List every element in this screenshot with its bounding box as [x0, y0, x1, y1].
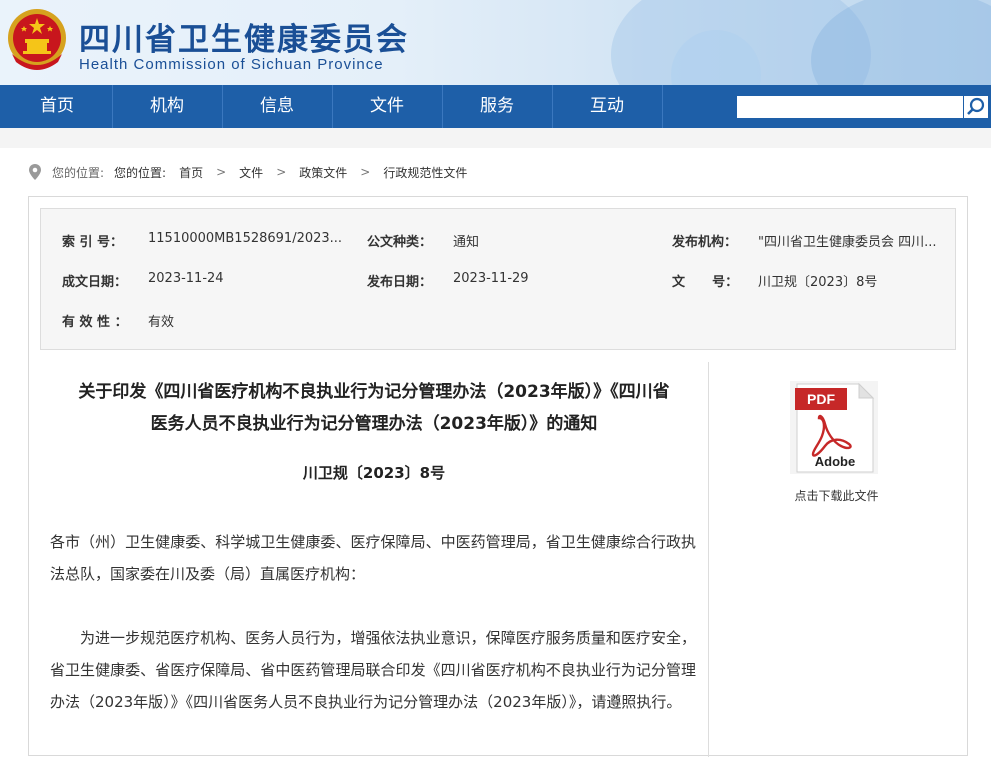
article-doc-number: 川卫规〔2023〕8号 — [302, 464, 446, 482]
location-pin-icon — [29, 164, 41, 180]
published-date-label: 发布日期： — [367, 275, 433, 290]
banner-decoration — [811, 0, 991, 85]
chevron-right-icon: > — [216, 165, 227, 179]
chevron-right-icon: > — [360, 165, 371, 179]
doc-type-label: 公文种类： — [367, 235, 433, 250]
breadcrumb-item-home[interactable]: 首页 — [179, 164, 203, 181]
pdf-label: PDF — [807, 391, 835, 407]
article-content: 关于印发《四川省医疗机构不良执业行为记分管理办法（2023年版）》《四川省 医务… — [40, 362, 709, 757]
meta-row: 成文日期： 2023-11-24 发布日期： 2023-11-29 文 号： 川… — [41, 271, 955, 291]
nav-item-interaction[interactable]: 互动 — [552, 85, 663, 128]
publisher-value: "四川省卫生健康委员会 四川... — [758, 235, 937, 250]
search-button[interactable] — [963, 96, 988, 118]
adobe-label: Adobe — [815, 454, 855, 469]
national-emblem-icon — [8, 9, 66, 70]
nav-item-organization[interactable]: 机构 — [112, 85, 223, 128]
article-container: 索 引 号： 11510000MB1528691/2023... 公文种类： 通… — [28, 196, 968, 757]
search-icon — [967, 97, 985, 115]
validity-label: 有 效 性 ： — [62, 315, 128, 330]
breadcrumb-item-position[interactable]: 您的位置: — [114, 164, 166, 181]
article-title-line: 医务人员不良执业行为记分管理办法（2023年版）》的通知 — [150, 414, 598, 434]
created-date-value: 2023-11-24 — [148, 271, 224, 286]
published-date-value: 2023-11-29 — [453, 271, 529, 286]
site-banner: 四川省卫生健康委员会 Health Commission of Sichuan … — [0, 0, 991, 85]
breadcrumb-item-documents[interactable]: 文件 — [239, 164, 263, 181]
doc-type-value: 通知 — [453, 235, 480, 250]
nav-item-information[interactable]: 信息 — [222, 85, 333, 128]
site-title: 四川省卫生健康委员会 — [79, 22, 409, 58]
doc-number-label: 文 号： — [672, 275, 739, 290]
validity-value: 有效 — [148, 315, 175, 330]
header-divider — [0, 128, 991, 148]
pdf-file-icon: PDF Adobe — [790, 381, 878, 474]
nav-item-services[interactable]: 服务 — [442, 85, 553, 128]
breadcrumb-item-policy[interactable]: 政策文件 — [299, 164, 347, 181]
nav-item-documents[interactable]: 文件 — [332, 85, 443, 128]
breadcrumb: 您的位置: 您的位置: 首页 > 文件 > 政策文件 > 行政规范性文件 — [28, 162, 467, 182]
main-nav: 首页 机构 信息 文件 服务 互动 — [0, 85, 991, 128]
index-label: 索 引 号： — [62, 235, 124, 250]
search-input[interactable] — [737, 96, 963, 118]
meta-row: 索 引 号： 11510000MB1528691/2023... 公文种类： 通… — [41, 231, 955, 251]
download-file-link[interactable]: 点击下载此文件 — [759, 487, 914, 504]
document-metadata: 索 引 号： 11510000MB1528691/2023... 公文种类： 通… — [40, 208, 956, 350]
publisher-label: 发布机构： — [672, 235, 738, 250]
breadcrumb-label: 您的位置: — [52, 165, 105, 180]
nav-item-home[interactable]: 首页 — [2, 85, 113, 128]
meta-row: 有 效 性 ： 有效 — [41, 311, 955, 331]
article-title-line: 关于印发《四川省医疗机构不良执业行为记分管理办法（2023年版）》《四川省 — [78, 382, 670, 402]
article-title: 关于印发《四川省医疗机构不良执业行为记分管理办法（2023年版）》《四川省 医务… — [40, 376, 708, 440]
chevron-right-icon: > — [276, 165, 287, 179]
article-paragraph: 为进一步规范医疗机构、医务人员行为，增强依法执业意识，保障医疗服务质量和医疗安全… — [50, 629, 696, 711]
pdf-download-button[interactable]: PDF Adobe — [789, 380, 879, 475]
breadcrumb-item-normative[interactable]: 行政规范性文件 — [383, 164, 467, 181]
article-paragraph: 各市（州）卫生健康委、科学城卫生健康委、医疗保障局、中医药管理局，省卫生健康综合… — [50, 533, 696, 583]
created-date-label: 成文日期： — [62, 275, 128, 290]
site-subtitle: Health Commission of Sichuan Province — [79, 56, 384, 73]
doc-number-value: 川卫规〔2023〕8号 — [758, 275, 878, 290]
index-value: 11510000MB1528691/2023... — [148, 231, 343, 246]
